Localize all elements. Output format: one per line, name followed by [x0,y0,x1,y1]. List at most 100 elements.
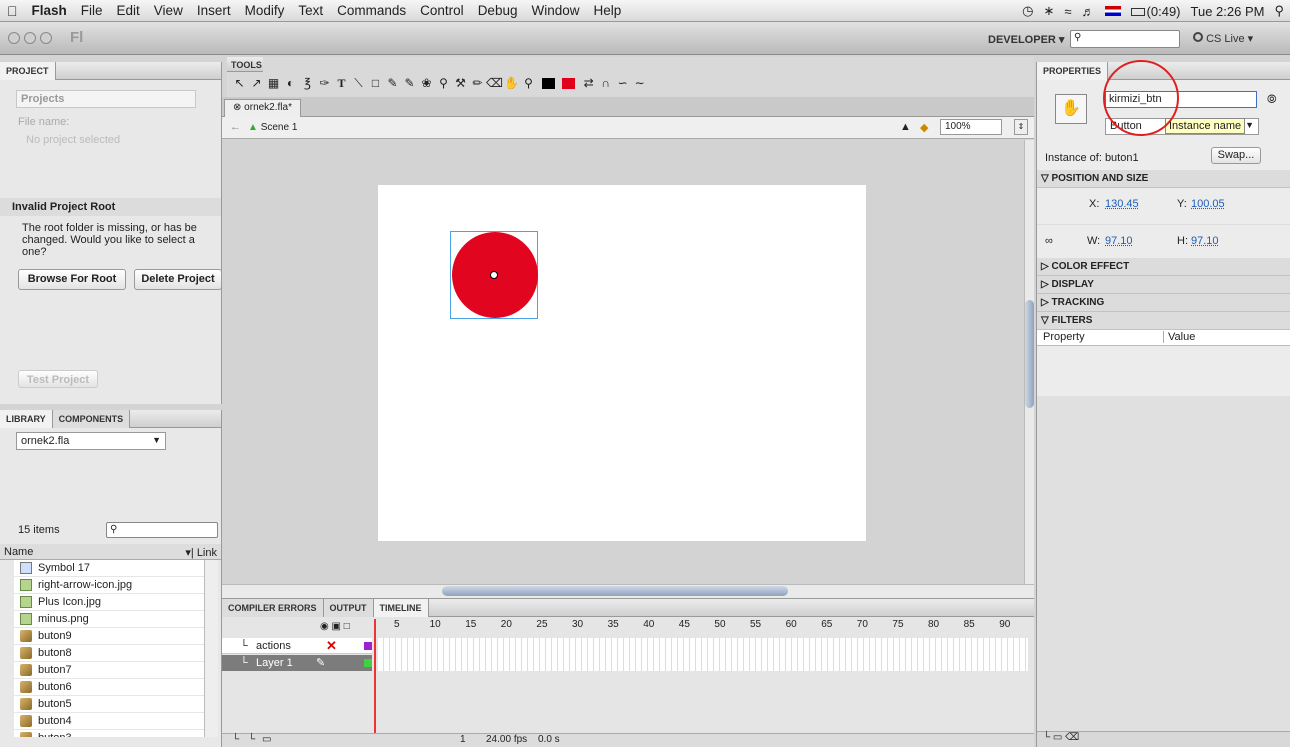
workspace-switcher[interactable]: DEVELOPER ▾ [988,33,1064,46]
hand-tool-icon[interactable]: ✋ [503,75,520,92]
presets-icon[interactable]: ▭ [1053,732,1062,743]
bone-tool-icon[interactable]: ⚲ [435,75,452,92]
zoom-window-button[interactable] [40,32,52,44]
library-item[interactable]: buton6 [14,679,204,696]
test-project-button[interactable]: Test Project [18,370,98,388]
smooth-icon[interactable]: ∽ [614,75,631,92]
library-item[interactable]: Symbol 17 [14,560,204,577]
document-tab[interactable]: ⊗ ornek2.fla* [224,99,301,117]
add-filter-icon[interactable]: └ [1043,732,1050,743]
pasteboard[interactable] [222,140,1024,584]
help-search-input[interactable]: ⚲ [1070,30,1180,48]
library-item[interactable]: buton7 [14,662,204,679]
deco-tool-icon[interactable]: ❀ [418,75,435,92]
pen-tool-icon[interactable]: ✑ [316,75,333,92]
filter-value-header[interactable]: Value [1163,331,1195,343]
free-transform-tool-icon[interactable]: ▦ [265,75,282,92]
menu-modify[interactable]: Modify [238,3,292,18]
menu-insert[interactable]: Insert [190,3,238,18]
close-window-button[interactable] [8,32,20,44]
delete-project-button[interactable]: Delete Project [134,269,222,290]
tab-project[interactable]: PROJECT [0,62,56,80]
breadcrumb[interactable]: ▲ Scene 1 [248,122,297,133]
new-folder-icon[interactable]: └ [248,734,255,745]
h-value[interactable]: 97.10 [1191,235,1219,247]
straighten-icon[interactable]: ∼ [631,75,648,92]
menu-view[interactable]: View [147,3,190,18]
library-search-input[interactable]: ⚲ [106,522,218,538]
tracking-section[interactable]: ▷ TRACKING [1037,294,1290,312]
stage[interactable] [378,185,866,541]
selection-tool-icon[interactable]: ↖ [231,75,248,92]
wifi-icon[interactable]: ≈ [1064,4,1071,19]
layer-row-layer1[interactable]: └ Layer 1 ✎ [222,655,372,671]
zoom-stepper[interactable]: ⇕ [1014,119,1028,135]
vertical-scrollbar[interactable] [1024,140,1034,584]
w-value[interactable]: 97.10 [1105,235,1133,247]
eraser-tool-icon[interactable]: ⌫ [486,75,503,92]
tab-library[interactable]: LIBRARY [0,410,53,428]
layer-color-swatch[interactable] [364,642,372,650]
display-section[interactable]: ▷ DISPLAY [1037,276,1290,294]
back-arrow-icon[interactable]: ← [230,121,241,133]
swap-colors-icon[interactable]: ⇄ [580,75,597,92]
menu-edit[interactable]: Edit [110,3,147,18]
3d-rotation-tool-icon[interactable]: ◐ [282,75,299,92]
tab-timeline[interactable]: TIMELINE [373,599,429,617]
menu-file[interactable]: File [74,3,110,18]
vertical-scroll-thumb[interactable] [1025,300,1034,408]
stroke-color-swatch[interactable] [540,75,557,92]
layer-row-actions[interactable]: └ actions ✕ [222,638,372,654]
project-dropdown[interactable]: Projects [16,90,196,108]
eyedropper-tool-icon[interactable]: ✏ [469,75,486,92]
lasso-tool-icon[interactable]: ℥ [299,75,316,92]
horizontal-scrollbar[interactable] [222,584,1034,598]
filter-property-header[interactable]: Property [1043,331,1085,343]
filters-section[interactable]: ▽ FILTERS [1037,312,1290,330]
position-section-header[interactable]: ▽ POSITION AND SIZE [1037,170,1290,188]
menu-window[interactable]: Window [524,3,586,18]
zoom-select[interactable]: 100% [940,119,1002,135]
layer-name[interactable]: actions [256,640,291,652]
frame-ruler[interactable]: 5 10 15 20 25 30 35 40 45 50 55 60 65 70 75 80 85 90 [378,619,1028,635]
library-item[interactable]: minus.png [14,611,204,628]
tab-output[interactable]: OUTPUT [323,599,374,617]
menu-control[interactable]: Control [413,3,471,18]
browse-for-root-button[interactable]: Browse For Root [18,269,126,290]
close-tab-icon[interactable]: ⊗ [233,102,241,113]
layer-name[interactable]: Layer 1 [256,657,293,669]
battery-status[interactable]: (0:49) [1130,4,1181,19]
text-tool-icon[interactable]: T [333,75,350,92]
color-effect-section[interactable]: ▷ COLOR EFFECT [1037,258,1290,276]
tab-compiler-errors[interactable]: COMPILER ERRORS [222,599,324,617]
spotlight-icon[interactable]: ⚲ [1274,3,1284,19]
menu-text[interactable]: Text [291,3,330,18]
zoom-tool-icon[interactable]: ⚲ [520,75,537,92]
library-item[interactable]: Plus Icon.jpg [14,594,204,611]
minimize-window-button[interactable] [24,32,36,44]
time-machine-icon[interactable]: ◷ [1022,3,1033,19]
y-value[interactable]: 100.05 [1191,198,1225,210]
swap-button[interactable]: Swap... [1211,147,1261,164]
tab-properties[interactable]: PROPERTIES [1037,62,1109,80]
help-icon[interactable]: ⦾ [1267,92,1277,107]
edit-scene-icon[interactable]: ▲ [900,121,911,133]
frame-cells[interactable] [378,638,1028,671]
library-item[interactable]: buton9 [14,628,204,645]
new-layer-icon[interactable]: └ [232,734,239,745]
library-scrollbar[interactable] [204,560,218,737]
horizontal-scroll-thumb[interactable] [442,586,788,596]
library-file-select[interactable]: ornek2.fla ▼ [16,432,166,450]
frame-rate[interactable]: 24.00 fps [486,734,527,745]
library-item[interactable]: buton8 [14,645,204,662]
library-item[interactable]: buton3 [14,730,204,737]
x-value[interactable]: 130.45 [1105,198,1139,210]
paint-bucket-icon[interactable]: ⚒ [452,75,469,92]
lock-proportions-icon[interactable]: ∞ [1045,235,1053,247]
name-column-header[interactable]: Name [4,546,33,558]
flag-icon[interactable] [1104,6,1121,16]
delete-filter-icon[interactable]: ⌫ [1065,732,1079,743]
library-item[interactable]: right-arrow-icon.jpg [14,577,204,594]
link-column-header[interactable]: ▾| Link [185,546,217,559]
menu-debug[interactable]: Debug [471,3,525,18]
